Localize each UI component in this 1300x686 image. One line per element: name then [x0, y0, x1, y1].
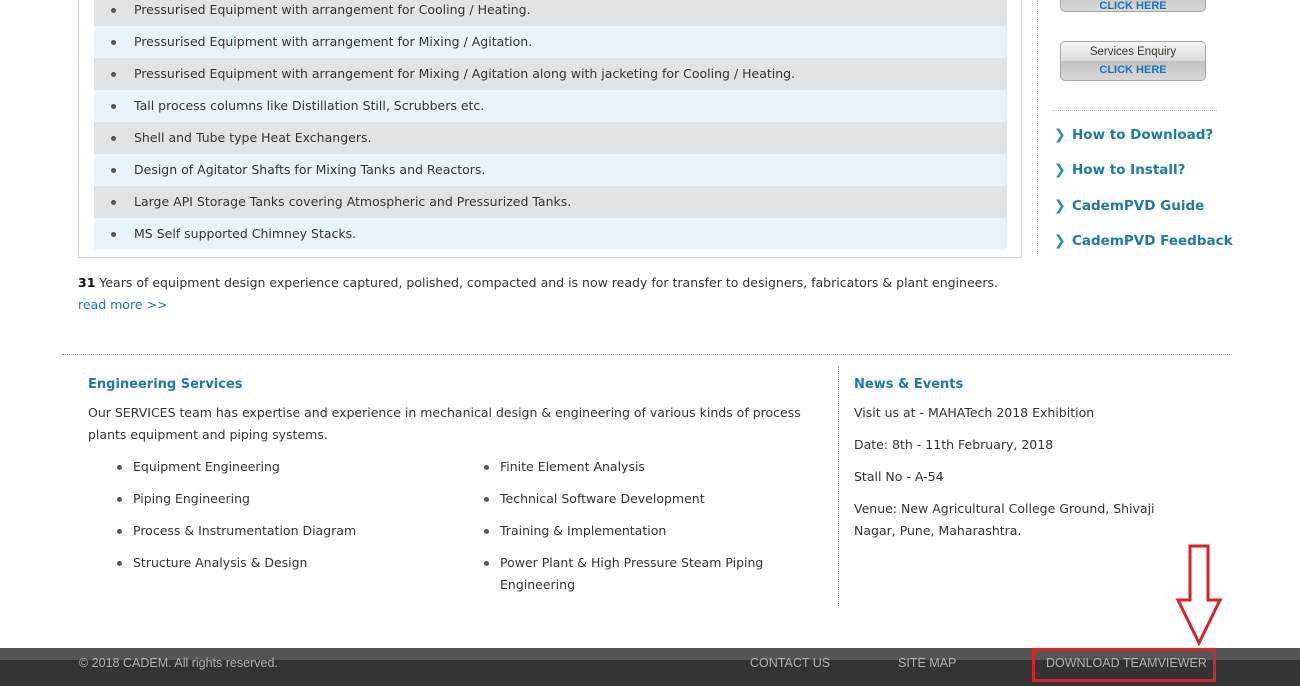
list-item-text: Structure Analysis & Design [133, 555, 308, 570]
engineering-services-title: Engineering Services [88, 377, 243, 392]
sidebar-separator [1053, 110, 1217, 111]
list-item: Equipment Engineering [113, 456, 453, 478]
years-count: 31 [78, 275, 96, 290]
section-divider [62, 354, 1232, 355]
link-label: How to Download? [1072, 127, 1214, 143]
list-item: Pressurised Equipment with arrangement f… [94, 0, 1007, 26]
list-item-text: Pressurised Equipment with arrangement f… [134, 2, 531, 17]
list-item-text: Pressurised Equipment with arrangement f… [134, 66, 796, 81]
news-date: Date: 8th - 11th February, 2018 [854, 437, 1054, 452]
bullet-icon [111, 8, 116, 13]
list-item: Pressurised Equipment with arrangement f… [94, 58, 1007, 90]
bullet-icon [117, 561, 122, 566]
list-item-text: Piping Engineering [133, 491, 250, 506]
bullet-icon [111, 104, 116, 109]
list-item-text: MS Self supported Chimney Stacks. [134, 226, 357, 241]
how-to-download-link[interactable]: ❯ How to Download? [1054, 127, 1213, 143]
link-label: CademPVD Guide [1072, 198, 1205, 214]
list-item: Technical Software Development [480, 488, 780, 510]
list-item: Shell and Tube type Heat Exchangers. [94, 122, 1007, 154]
bullet-icon [111, 40, 116, 45]
button-title: Services Enquiry [1089, 46, 1177, 58]
news-venue: Venue: New Agricultural College Ground, … [854, 501, 1155, 538]
highlight-box [1032, 648, 1216, 682]
list-item: Design of Agitator Shafts for Mixing Tan… [94, 154, 1007, 186]
bullet-icon [484, 497, 489, 502]
bullet-icon [484, 529, 489, 534]
list-item: Structure Analysis & Design [113, 552, 453, 574]
list-item: Training & Implementation [480, 520, 780, 542]
bullet-icon [484, 465, 489, 470]
read-more-link[interactable]: read more >> [78, 297, 167, 312]
chevron-right-icon: ❯ [1054, 198, 1066, 214]
services-list-right: Finite Element Analysis Technical Softwa… [480, 456, 780, 606]
news-exhibition: Visit us at - MAHATech 2018 Exhibition [854, 405, 1095, 420]
link-label: CademPVD Feedback [1072, 233, 1233, 249]
contact-us-link[interactable]: CONTACT US [750, 656, 830, 670]
sidebar-top-button[interactable]: CLICK HERE [1060, 0, 1206, 12]
list-item-text: Finite Element Analysis [500, 459, 645, 474]
list-item: MS Self supported Chimney Stacks. [94, 218, 1007, 250]
bullet-icon [117, 529, 122, 534]
button-cta: CLICK HERE [1099, 64, 1167, 76]
down-arrow-icon [1175, 544, 1223, 646]
list-item: Tall process columns like Distillation S… [94, 90, 1007, 122]
bullet-icon [111, 136, 116, 141]
cadempvd-feedback-link[interactable]: ❯ CademPVD Feedback [1054, 233, 1233, 249]
equipment-list: Pressurised Equipment with arrangement f… [94, 0, 1007, 250]
list-item-text: Tall process columns like Distillation S… [134, 98, 485, 113]
bullet-icon [111, 200, 116, 205]
experience-summary: 31 Years of equipment design experience … [78, 272, 1013, 316]
list-item: Power Plant & High Pressure Steam Piping… [480, 552, 780, 596]
chevron-right-icon: ❯ [1054, 127, 1066, 143]
list-item: Large API Storage Tanks covering Atmosph… [94, 186, 1007, 218]
chevron-right-icon: ❯ [1054, 233, 1066, 249]
bullet-icon [111, 232, 116, 237]
how-to-install-link[interactable]: ❯ How to Install? [1054, 162, 1186, 178]
list-item-text: Process & Instrumentation Diagram [133, 523, 357, 538]
list-item: Piping Engineering [113, 488, 453, 510]
sidebar-divider [1037, 0, 1039, 256]
bullet-icon [117, 497, 122, 502]
site-map-link[interactable]: SITE MAP [898, 656, 956, 670]
list-item-text: Design of Agitator Shafts for Mixing Tan… [134, 162, 486, 177]
list-item-text: Large API Storage Tanks covering Atmosph… [134, 194, 572, 209]
button-cta: CLICK HERE [1099, 0, 1167, 12]
list-item-text: Equipment Engineering [133, 459, 280, 474]
list-item: Process & Instrumentation Diagram [113, 520, 453, 542]
news-stall: Stall No - A-54 [854, 469, 944, 484]
bullet-icon [117, 465, 122, 470]
cadempvd-guide-link[interactable]: ❯ CademPVD Guide [1054, 198, 1204, 214]
list-item-text: Shell and Tube type Heat Exchangers. [134, 130, 372, 145]
summary-text: Years of equipment design experience cap… [95, 275, 998, 290]
services-list-left: Equipment Engineering Piping Engineering… [113, 456, 453, 584]
chevron-right-icon: ❯ [1054, 162, 1066, 178]
bullet-icon [111, 72, 116, 77]
link-label: How to Install? [1072, 162, 1186, 178]
list-item: Finite Element Analysis [480, 456, 780, 478]
engineering-description: Our SERVICES team has expertise and expe… [88, 405, 801, 442]
list-item-text: Power Plant & High Pressure Steam Piping… [500, 555, 764, 592]
list-item-text: Training & Implementation [500, 523, 667, 538]
list-item: Pressurised Equipment with arrangement f… [94, 26, 1007, 58]
bullet-icon [484, 561, 489, 566]
list-item-text: Pressurised Equipment with arrangement f… [134, 34, 533, 49]
copyright: © 2018 CADEM. All rights reserved. [79, 656, 278, 670]
column-divider [838, 366, 839, 606]
list-item-text: Technical Software Development [500, 491, 705, 506]
news-events-title: News & Events [854, 377, 964, 392]
services-enquiry-button[interactable]: Services Enquiry CLICK HERE [1060, 41, 1206, 81]
bullet-icon [111, 168, 116, 173]
equipment-list-box: Pressurised Equipment with arrangement f… [78, 0, 1022, 258]
